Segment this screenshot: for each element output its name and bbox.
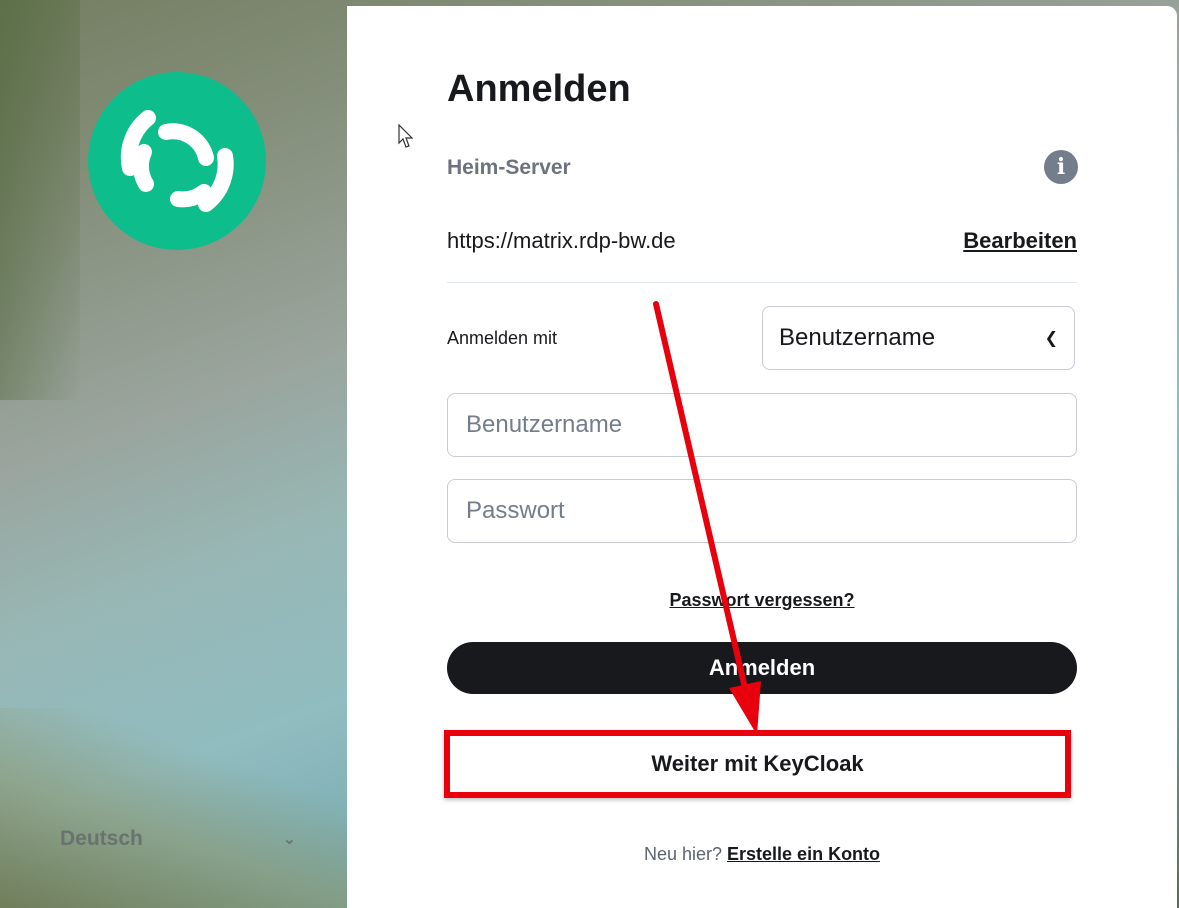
username-input[interactable]: Benutzername [447,393,1077,457]
login-button-label: Anmelden [708,655,816,680]
password-input[interactable]: Passwort [447,479,1077,543]
element-logo-icon [120,110,234,212]
sso-keycloak-button[interactable]: Weiter mit KeyCloak [444,730,1071,798]
language-label: Deutsch [60,827,143,850]
username-placeholder: Benutzername [466,411,623,438]
forgot-password-link[interactable]: Passwort vergessen? [447,590,1077,611]
page-title: Anmelden [447,68,631,110]
sso-button-label: Weiter mit KeyCloak [651,751,864,776]
chevron-down-icon: ⌄ [282,831,296,848]
login-method-select[interactable]: Benutzername ❮ [762,306,1075,370]
new-here-text: Neu hier? [643,844,722,864]
divider [447,282,1077,283]
mouse-cursor-icon [398,124,414,148]
password-placeholder: Passwort [466,497,565,524]
signup-prompt: Neu hier? Erstelle ein Konto [447,844,1077,865]
homeserver-label: Heim-Server [447,156,571,179]
homeserver-url: https://matrix.rdp-bw.de [447,228,676,253]
chevron-down-icon: ❮ [1044,330,1058,347]
language-selector[interactable]: Deutsch ⌄ [60,824,300,854]
login-button[interactable]: Anmelden [447,642,1077,694]
edit-homeserver-link[interactable]: Bearbeiten [963,228,1077,254]
info-icon[interactable]: i [1044,150,1078,184]
login-method-value: Benutzername [779,324,936,351]
element-logo [88,72,266,250]
create-account-link[interactable]: Erstelle ein Konto [727,844,880,864]
login-card: Anmelden Heim-Server i https://matrix.rd… [347,6,1177,908]
login-with-label: Anmelden mit [447,328,558,348]
